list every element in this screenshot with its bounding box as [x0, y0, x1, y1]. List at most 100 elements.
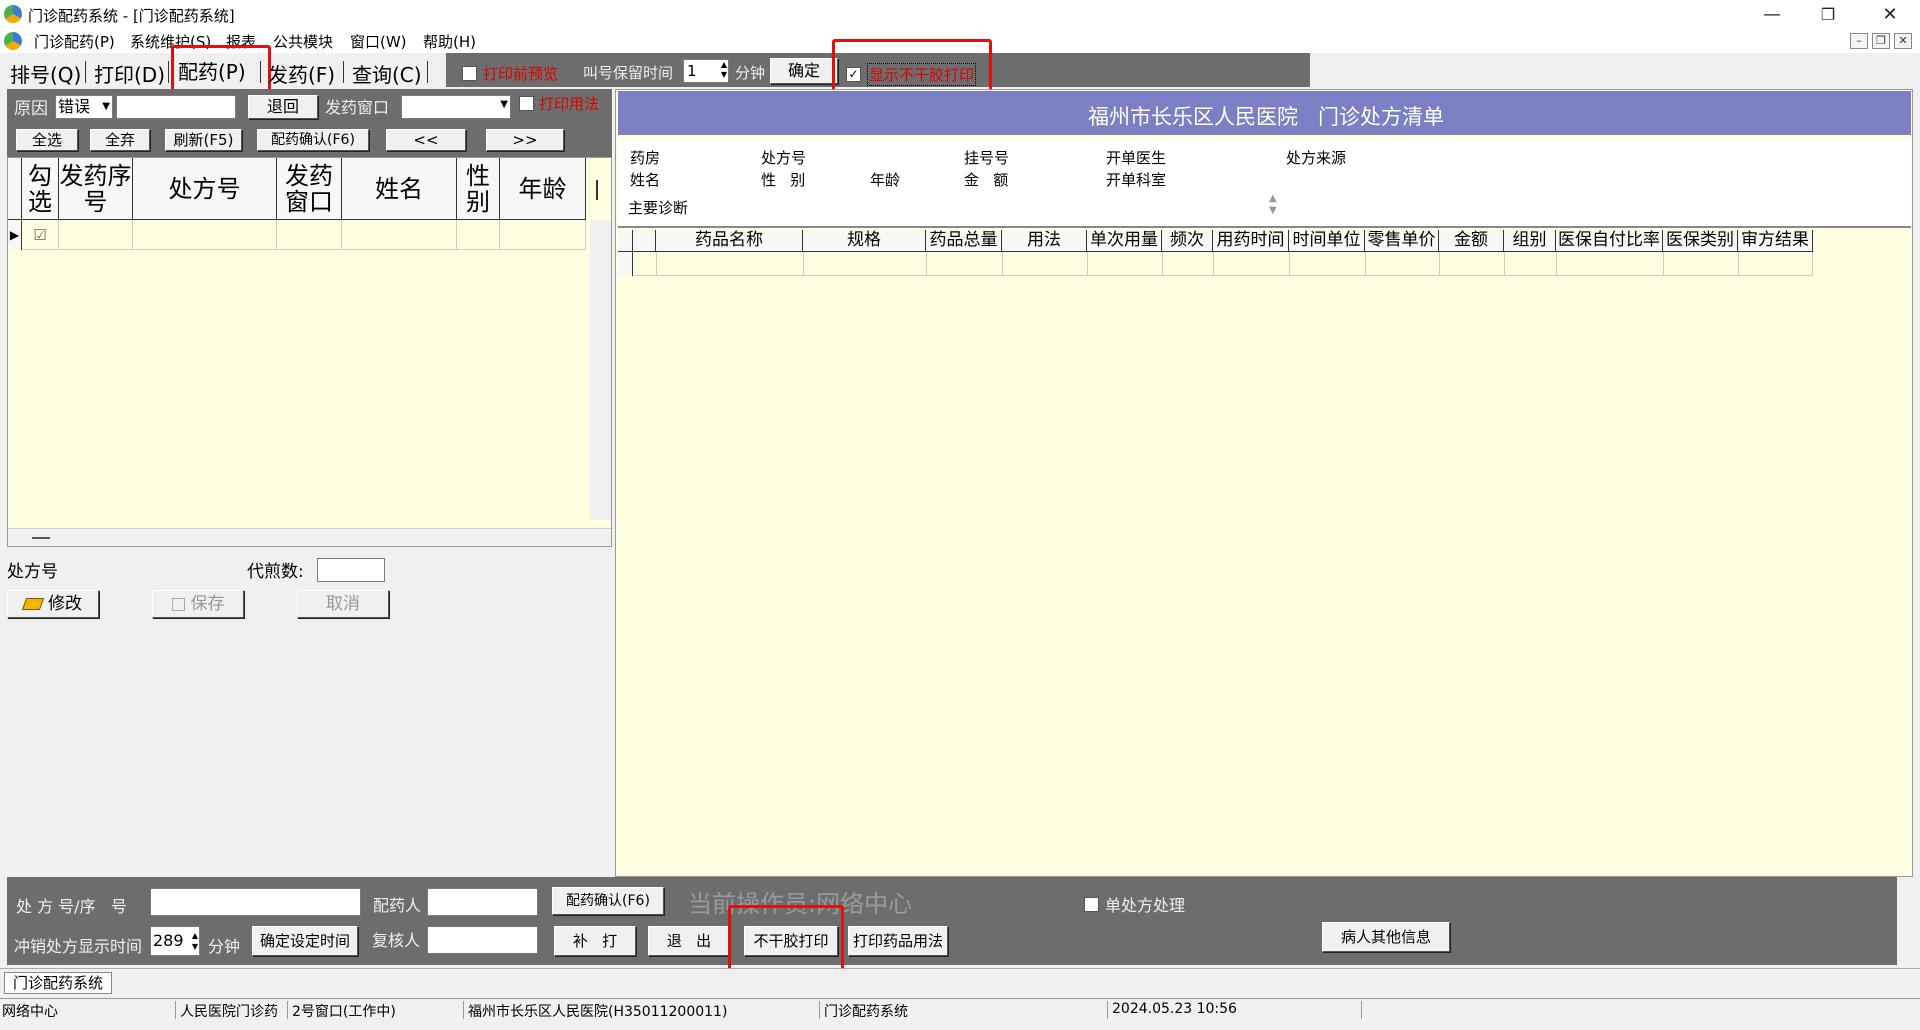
- highlight-box: [171, 45, 271, 95]
- col-header-retail-price[interactable]: 零售单价: [1365, 230, 1439, 252]
- amount-label: 金 额: [964, 171, 1009, 189]
- save-button[interactable]: 保存: [152, 590, 244, 618]
- modify-button[interactable]: 修改: [7, 590, 99, 618]
- col-header-drug-name[interactable]: 药品名称: [656, 230, 803, 252]
- dispenser-input[interactable]: [427, 888, 538, 916]
- scroll-thumb[interactable]: [32, 537, 50, 539]
- cell-divider: [926, 252, 927, 276]
- reason-select[interactable]: 错误 ▼: [55, 95, 113, 119]
- reprint-button[interactable]: 补 打: [554, 926, 636, 956]
- print-usage-checkbox[interactable]: [519, 96, 534, 111]
- cell-name: [342, 220, 457, 250]
- dispense-confirm-bottom-button[interactable]: 配药确认(F6): [552, 887, 664, 915]
- cancel-button[interactable]: 取消: [297, 590, 389, 618]
- col-header-issue-seq[interactable]: 发药序号: [59, 158, 133, 220]
- table-row[interactable]: [618, 252, 1813, 276]
- chevron-down-icon[interactable]: ▼: [102, 96, 110, 118]
- offset-time-spinner[interactable]: 289 ▲ ▼: [150, 926, 200, 956]
- menu-common[interactable]: 公共模块: [273, 31, 333, 52]
- single-rx-label: 单处方处理: [1105, 896, 1186, 915]
- print-usage-option[interactable]: 打印用法: [519, 93, 599, 114]
- call-keep-time-spinner[interactable]: 1 ▲ ▼: [683, 59, 729, 83]
- col-header-review-result[interactable]: 审方结果: [1738, 230, 1813, 252]
- set-time-button[interactable]: 确定设定时间: [252, 926, 358, 956]
- tab-print[interactable]: 打印(D): [94, 59, 165, 88]
- mdi-minimize-button[interactable]: –: [1850, 33, 1868, 49]
- menu-dispense[interactable]: 门诊配药(P): [34, 31, 115, 52]
- restore-button[interactable]: ❐: [1800, 0, 1856, 29]
- tab-dispense-window[interactable]: 门诊配药系统: [4, 972, 112, 994]
- horizontal-scrollbar[interactable]: [8, 528, 611, 546]
- col-header-amount[interactable]: 金额: [1439, 230, 1504, 252]
- window-select[interactable]: ▼: [401, 95, 511, 119]
- status-pharmacy: 人民医院门诊药: [180, 1001, 288, 1020]
- col-header-dose[interactable]: 单次用量: [1087, 230, 1162, 252]
- col-header-usage[interactable]: 用法: [1002, 230, 1087, 252]
- minimize-button[interactable]: —: [1744, 0, 1800, 29]
- print-usage-button[interactable]: 打印药品用法: [848, 926, 948, 956]
- print-preview-checkbox[interactable]: [462, 66, 477, 81]
- col-header-spec[interactable]: 规格: [803, 230, 926, 252]
- scroll-arrows-icon[interactable]: ▲ ▼: [1269, 193, 1277, 217]
- col-header-check[interactable]: 勾选: [22, 158, 59, 220]
- return-button[interactable]: 退回: [248, 95, 318, 119]
- tab-issue[interactable]: 发药(F): [268, 59, 335, 88]
- row-checkbox[interactable]: ☑: [22, 220, 59, 250]
- patient-info-button[interactable]: 病人其他信息: [1322, 922, 1450, 952]
- prescription-list-grid[interactable]: 勾选 发药序号 处方号 发药窗口 姓名 性别 年龄 ▶ ☑: [7, 157, 612, 547]
- confirm-button[interactable]: 确定: [770, 58, 838, 84]
- close-button[interactable]: ✕: [1862, 0, 1918, 29]
- prescription-header-bar: 福州市长乐区人民医院 门诊处方清单: [618, 91, 1911, 135]
- tab-query[interactable]: 查询(C): [352, 59, 422, 88]
- vertical-scrollbar[interactable]: [590, 220, 611, 520]
- rx-seq-input[interactable]: [150, 888, 361, 916]
- cell-divider: [1556, 252, 1557, 276]
- single-rx-option[interactable]: 单处方处理: [1084, 892, 1185, 916]
- print-preview-option[interactable]: 打印前预览: [462, 63, 558, 84]
- table-row[interactable]: ▶ ☑: [8, 220, 586, 250]
- tab-queue[interactable]: 排号(Q): [10, 59, 81, 88]
- col-header-time-unit[interactable]: 时间单位: [1289, 230, 1365, 252]
- rx-source-label: 处方来源: [1286, 149, 1347, 167]
- refresh-button[interactable]: 刷新(F5): [165, 129, 242, 151]
- mdi-restore-button[interactable]: ❐: [1872, 33, 1890, 49]
- next-page-button[interactable]: >>: [486, 129, 564, 151]
- col-header-group[interactable]: 组别: [1504, 230, 1556, 252]
- col-header-rx-no[interactable]: 处方号: [133, 158, 277, 220]
- mdi-close-button[interactable]: ✕: [1894, 33, 1912, 49]
- menu-window[interactable]: 窗口(W): [350, 31, 407, 52]
- reason-input[interactable]: [116, 95, 236, 119]
- col-header-gender[interactable]: 性别: [457, 158, 500, 220]
- drug-grid[interactable]: 药品名称 规格 药品总量 用法 单次用量 频次 用药时间 时间单位 零售单价 金…: [618, 230, 1813, 278]
- prev-page-button[interactable]: <<: [386, 129, 466, 151]
- modify-label: 修改: [48, 594, 82, 614]
- doctor-label: 开单医生: [1106, 149, 1167, 167]
- col-header-age[interactable]: 年龄: [500, 158, 586, 220]
- offset-time-label: 冲销处方显示时间: [14, 937, 143, 956]
- spinner-arrows-icon[interactable]: ▲ ▼: [721, 60, 727, 80]
- cell-divider: [656, 252, 657, 276]
- decoct-input[interactable]: [317, 558, 385, 582]
- col-header-frequency[interactable]: 频次: [1162, 230, 1213, 252]
- column-resize-handle[interactable]: [596, 180, 598, 200]
- single-rx-checkbox[interactable]: [1084, 896, 1099, 912]
- chevron-down-icon[interactable]: ▼: [500, 99, 508, 110]
- dispense-confirm-button[interactable]: 配药确认(F6): [257, 129, 369, 151]
- select-all-button[interactable]: 全选: [16, 129, 78, 151]
- deselect-all-button[interactable]: 全弃: [90, 129, 150, 151]
- col-header-issue-window[interactable]: 发药窗口: [277, 158, 342, 220]
- minute-label: 分钟: [735, 64, 766, 82]
- col-header-total[interactable]: 药品总量: [926, 230, 1002, 252]
- save-label: 保存: [190, 594, 225, 614]
- spinner-arrows-icon[interactable]: ▲ ▼: [192, 930, 198, 952]
- diagnosis-label: 主要诊断: [628, 199, 689, 217]
- menu-help[interactable]: 帮助(H): [423, 31, 476, 52]
- col-header-name[interactable]: 姓名: [342, 158, 457, 220]
- print-usage-label: 打印用法: [539, 95, 600, 113]
- exit-button[interactable]: 退 出: [648, 926, 730, 956]
- reviewer-input[interactable]: [427, 926, 538, 954]
- col-header-med-time[interactable]: 用药时间: [1213, 230, 1289, 252]
- window-label: 发药窗口: [325, 98, 390, 117]
- col-header-self-pay-ratio[interactable]: 医保自付比率: [1556, 230, 1663, 252]
- col-header-insurance-type[interactable]: 医保类别: [1663, 230, 1738, 252]
